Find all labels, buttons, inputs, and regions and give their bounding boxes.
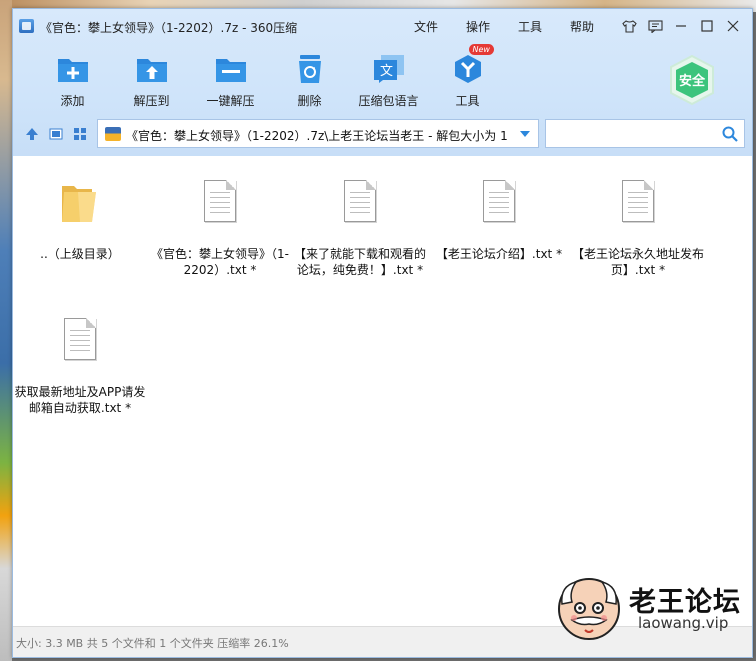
extract-to-icon xyxy=(135,52,169,86)
old-man-logo-icon xyxy=(558,578,620,640)
text-file-icon xyxy=(58,316,102,368)
svg-text:文: 文 xyxy=(380,64,393,79)
folder-icon xyxy=(58,178,102,230)
search-box xyxy=(545,119,745,148)
file-item-txt[interactable]: 【来了就能下载和观看的论坛，纯免费！】.txt * xyxy=(290,178,430,278)
language-button[interactable]: 文 压缩包语言 xyxy=(349,49,428,113)
message-icon xyxy=(647,19,663,33)
path-dropdown-button[interactable] xyxy=(516,125,534,143)
watermark: 老王论坛 laowang.vip xyxy=(554,574,754,644)
one-click-extract-icon xyxy=(214,52,248,86)
skin-button[interactable] xyxy=(618,15,640,37)
language-icon: 文 xyxy=(372,52,406,86)
status-text: 大小: 3.3 MB 共 5 个文件和 1 个文件夹 压缩率 26.1% xyxy=(16,637,289,650)
file-name: 获取最新地址及APP请发邮箱自动获取.txt * xyxy=(14,385,146,415)
address-row: 《官色：攀上女领导》（1-2202）.7z\上老王论坛当老王 - 解包大小为 1 xyxy=(13,117,752,151)
tools-button[interactable]: New 工具 xyxy=(428,44,507,113)
window-chrome: 《官色：攀上女领导》（1-2202）.7z - 360压缩 文件 操作 工具 帮… xyxy=(13,9,752,156)
file-item-parent-folder[interactable]: ..（上级目录） xyxy=(10,178,150,262)
file-name: 【老王论坛介绍】.txt * xyxy=(435,247,563,261)
text-file-icon xyxy=(338,178,382,230)
up-button[interactable] xyxy=(23,125,41,143)
one-click-extract-label: 一键解压 xyxy=(206,94,255,108)
menu-tools[interactable]: 工具 xyxy=(504,18,556,35)
maximize-button[interactable] xyxy=(696,15,718,37)
path-bar[interactable]: 《官色：攀上女领导》（1-2202）.7z\上老王论坛当老王 - 解包大小为 1 xyxy=(97,119,539,148)
one-click-extract-button[interactable]: 一键解压 xyxy=(191,49,270,113)
chevron-down-icon xyxy=(520,131,530,137)
shirt-icon xyxy=(621,19,637,33)
maximize-icon xyxy=(701,20,713,32)
search-input[interactable] xyxy=(552,120,712,147)
add-icon xyxy=(56,52,90,86)
add-button[interactable]: 添加 xyxy=(33,49,112,113)
minimize-button[interactable] xyxy=(670,15,692,37)
path-text: 《官色：攀上女领导》（1-2202）.7z\上老王论坛当老王 - 解包大小为 1 xyxy=(126,129,508,143)
tools-icon: New xyxy=(451,44,494,86)
file-name: ..（上级目录） xyxy=(40,247,120,261)
close-icon xyxy=(727,20,739,32)
safe-label: 安全 xyxy=(679,73,706,89)
file-name: 【来了就能下载和观看的论坛，纯免费！】.txt * xyxy=(293,247,426,277)
close-button[interactable] xyxy=(722,15,744,37)
language-label: 压缩包语言 xyxy=(358,94,419,108)
detail-view-button[interactable] xyxy=(47,125,65,143)
file-item-txt[interactable]: 【老王论坛介绍】.txt * xyxy=(429,178,569,262)
delete-label: 删除 xyxy=(297,94,322,108)
watermark-url: laowang.vip xyxy=(638,614,729,632)
shield-icon: 安全 xyxy=(670,54,714,106)
menu-file[interactable]: 文件 xyxy=(400,18,452,35)
app-icon xyxy=(19,19,34,33)
text-file-icon xyxy=(198,178,242,230)
text-file-icon xyxy=(616,178,660,230)
archive-window: 《官色：攀上女领导》（1-2202）.7z - 360压缩 文件 操作 工具 帮… xyxy=(12,8,753,658)
menu-help[interactable]: 帮助 xyxy=(556,18,608,35)
grid-view-icon xyxy=(74,128,86,140)
archive-icon xyxy=(105,127,121,141)
delete-button[interactable]: 删除 xyxy=(270,49,349,113)
new-badge: New xyxy=(468,44,494,55)
tools-label: 工具 xyxy=(455,94,480,108)
list-view-icon xyxy=(49,128,63,140)
file-name: 《官色：攀上女领导》（1-2202）.txt * xyxy=(151,247,289,277)
file-item-txt[interactable]: 获取最新地址及APP请发邮箱自动获取.txt * xyxy=(10,316,150,416)
window-controls xyxy=(618,15,744,37)
file-name: 【老王论坛永久地址发布页】.txt * xyxy=(571,247,704,277)
add-label: 添加 xyxy=(60,94,85,108)
search-icon[interactable] xyxy=(721,125,739,143)
extract-to-label: 解压到 xyxy=(133,94,170,108)
window-title: 《官色：攀上女领导》（1-2202）.7z - 360压缩 xyxy=(40,21,298,35)
file-item-txt[interactable]: 《官色：攀上女领导》（1-2202）.txt * xyxy=(150,178,290,278)
extract-to-button[interactable]: 解压到 xyxy=(112,49,191,113)
file-list: ..（上级目录） 《官色：攀上女领导》（1-2202）.txt * 【来了就能下… xyxy=(13,156,752,628)
arrow-up-icon xyxy=(26,128,38,140)
menu-operation[interactable]: 操作 xyxy=(452,18,504,35)
safe-shield-badge[interactable]: 安全 xyxy=(666,54,718,106)
menu-bar: 文件 操作 工具 帮助 xyxy=(400,18,608,35)
minimize-icon xyxy=(676,25,686,27)
text-file-icon xyxy=(477,178,521,230)
file-item-txt[interactable]: 【老王论坛永久地址发布页】.txt * xyxy=(568,178,708,278)
grid-view-button[interactable] xyxy=(71,125,89,143)
main-toolbar: 添加 解压到 一键解压 删除 文 压缩包语言 New 工具 xyxy=(33,44,507,113)
title-bar: 《官色：攀上女领导》（1-2202）.7z - 360压缩 文件 操作 工具 帮… xyxy=(13,9,752,43)
feedback-button[interactable] xyxy=(644,15,666,37)
delete-icon xyxy=(293,52,327,86)
